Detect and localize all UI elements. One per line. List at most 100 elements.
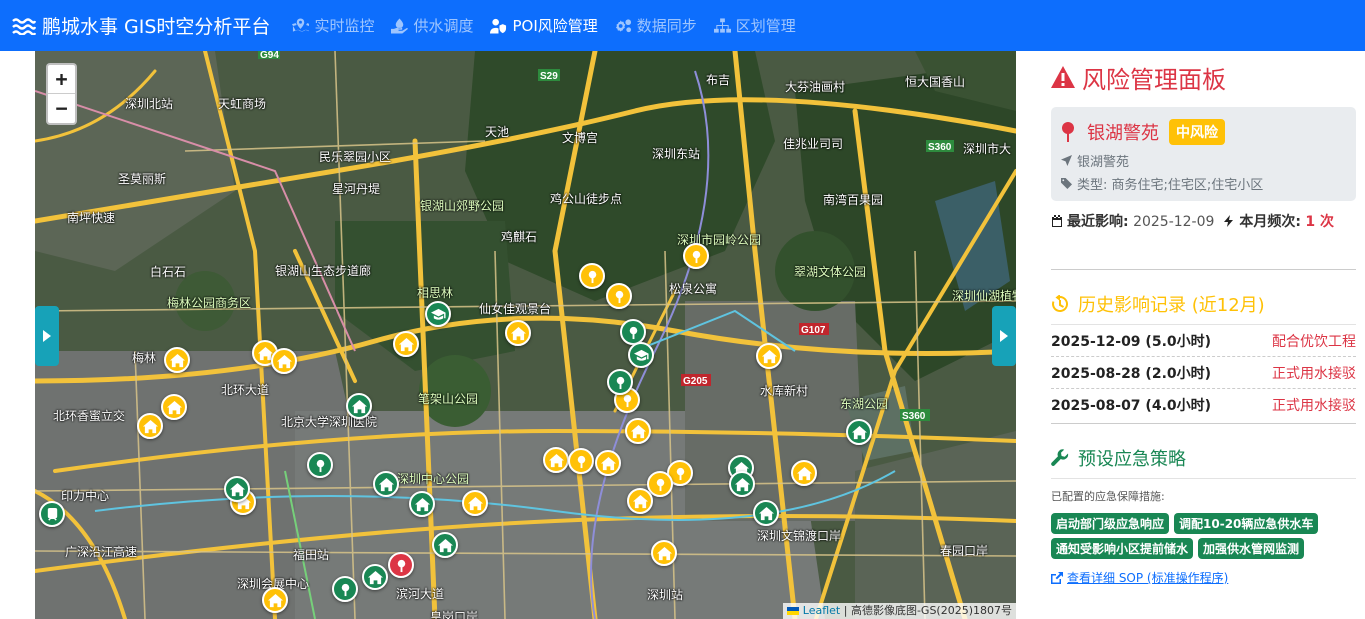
poi-marker-medium[interactable] (625, 418, 651, 444)
history-date: 2025-12-09 (5.0小时) (1051, 333, 1212, 350)
road-badge-s360-top: S360 (928, 142, 952, 153)
poi-marker-low[interactable] (628, 342, 654, 368)
brand[interactable]: 鹏城水事 GIS时空分析平台 (12, 12, 270, 39)
poi-marker-low[interactable] (362, 564, 388, 590)
map-label: 银湖山生态步道廊 (275, 264, 372, 278)
poi-marker-low[interactable] (729, 471, 755, 497)
wrench-icon (1051, 449, 1069, 466)
poi-marker-low[interactable] (346, 393, 372, 419)
house-icon (351, 399, 367, 413)
poi-marker-medium[interactable] (462, 490, 488, 516)
poi-marker-medium[interactable] (393, 331, 419, 357)
poi-marker-medium[interactable] (137, 413, 163, 439)
caret-right-icon (1000, 330, 1008, 342)
plan-title: 预设应急策略 (1078, 449, 1186, 470)
map-label: 天虹商场 (218, 97, 267, 111)
poi-type: 类型: 商务住宅;住宅区;住宅小区 (1061, 174, 1346, 193)
poi-marker-medium[interactable] (505, 320, 531, 346)
pin-icon (616, 376, 624, 389)
plan-section-title: 预设应急策略 (1051, 445, 1356, 471)
zoom-out-button[interactable]: − (48, 94, 75, 123)
poi-marker-low[interactable] (332, 576, 358, 602)
poi-marker-medium[interactable] (262, 587, 288, 613)
gis-map[interactable]: S29 G94 S360 G107 G205 S360 深圳北站 天虹商场 天池… (35, 51, 1016, 619)
map-label: 北环大道 (221, 383, 270, 397)
poi-marker-medium[interactable] (579, 263, 605, 289)
road-badge-g205: G205 (683, 376, 708, 387)
poi-marker-medium[interactable] (683, 243, 709, 269)
map-label: 布吉 (706, 73, 731, 87)
house-icon (761, 349, 777, 363)
map-label: 春园口岸 (940, 544, 989, 558)
poi-marker-medium[interactable] (627, 488, 653, 514)
poi-marker-medium[interactable] (595, 450, 621, 476)
train-icon (47, 507, 57, 521)
poi-marker-low[interactable] (224, 476, 250, 502)
map-label: 仙女佳观景台 (479, 302, 552, 316)
poi-marker-medium[interactable] (651, 540, 677, 566)
poi-marker-low[interactable] (409, 491, 435, 517)
poi-marker-medium[interactable] (271, 348, 297, 374)
map-label: 南坪快速 (67, 211, 116, 225)
house-icon (169, 353, 185, 367)
poi-marker-low[interactable] (39, 501, 65, 527)
map-label: 松泉公寓 (669, 282, 718, 296)
map-label: 东湖公园 (840, 397, 889, 411)
poi-marker-medium[interactable] (164, 347, 190, 373)
impact-stats: 最近影响: 2025-12-09 本月频次: 1 次 (1051, 212, 1356, 256)
map-label: 深圳东站 (652, 147, 701, 161)
ukraine-flag-icon (787, 607, 800, 615)
poi-marker-low[interactable] (753, 500, 779, 526)
poi-marker-medium[interactable] (606, 283, 632, 309)
poi-card: 银湖警苑 中风险 银湖警苑 类型: 商务住宅;住宅区;住宅小区 (1051, 107, 1356, 201)
left-panel-toggle[interactable] (35, 306, 59, 366)
sitemap-icon (713, 17, 731, 33)
poi-type-label: 类型: (1077, 178, 1108, 193)
pin-icon (656, 478, 664, 491)
poi-marker-medium[interactable] (791, 460, 817, 486)
history-list: 2025-12-09 (5.0小时) 配合优饮工程 2025-08-28 (2.… (1051, 325, 1356, 421)
plan-tag: 调配10-20辆应急供水车 (1174, 513, 1319, 534)
poi-marker-low[interactable] (846, 419, 872, 445)
plan-note: 已配置的应急保障措施: (1051, 490, 1165, 503)
poi-marker-low[interactable] (373, 471, 399, 497)
poi-marker-medium[interactable] (161, 394, 187, 420)
poi-marker-medium[interactable] (568, 448, 594, 474)
poi-marker-low[interactable] (607, 369, 633, 395)
cogs-icon (615, 18, 631, 32)
nav-item-realtime[interactable]: 实时监控 (292, 15, 374, 36)
zoom-control: + − (46, 63, 77, 125)
map-label: 水库新村 (760, 384, 809, 398)
nav-item-sync[interactable]: 数据同步 (615, 15, 697, 36)
poi-marker-selected[interactable] (388, 552, 414, 578)
history-row: 2025-08-28 (2.0小时) 正式用水接驳 (1051, 357, 1356, 389)
history-reason: 正式用水接驳 (1272, 398, 1356, 414)
right-panel-toggle[interactable] (992, 306, 1016, 366)
zoom-in-button[interactable]: + (48, 65, 75, 94)
sop-link[interactable]: 查看详细 SOP (标准操作程序) (1051, 569, 1356, 586)
last-impact-value: 2025-12-09 (1133, 214, 1215, 230)
leaflet-link[interactable]: Leaflet (803, 604, 840, 617)
poi-marker-medium[interactable] (543, 447, 569, 473)
poi-marker-low[interactable] (307, 452, 333, 478)
bolt-icon (1224, 215, 1234, 227)
map-label: 相思林 (417, 286, 454, 300)
house-icon (166, 400, 182, 414)
pin-icon (615, 290, 623, 303)
road-badge-s360-bottom: S360 (902, 411, 926, 422)
map-marked-icon (292, 17, 310, 32)
nav-label-realtime: 实时监控 (314, 17, 375, 35)
plan-tag: 通知受影响小区提前储水 (1051, 538, 1194, 559)
location-arrow-icon (1061, 155, 1072, 166)
nav-item-poi-risk[interactable]: POI风险管理 (490, 15, 598, 36)
nav-item-dispatch[interactable]: 供水调度 (391, 15, 473, 36)
poi-marker-low[interactable] (425, 301, 451, 327)
user-shield-icon (490, 18, 507, 34)
nav-item-districts[interactable]: 区划管理 (713, 15, 796, 36)
nav-menu: 实时监控 供水调度 POI风险管理 数据同步 区划管理 (292, 15, 812, 36)
house-icon (510, 326, 526, 340)
poi-marker-low[interactable] (432, 532, 458, 558)
poi-marker-medium[interactable] (756, 343, 782, 369)
house-icon (632, 494, 648, 508)
house-icon (267, 593, 283, 607)
